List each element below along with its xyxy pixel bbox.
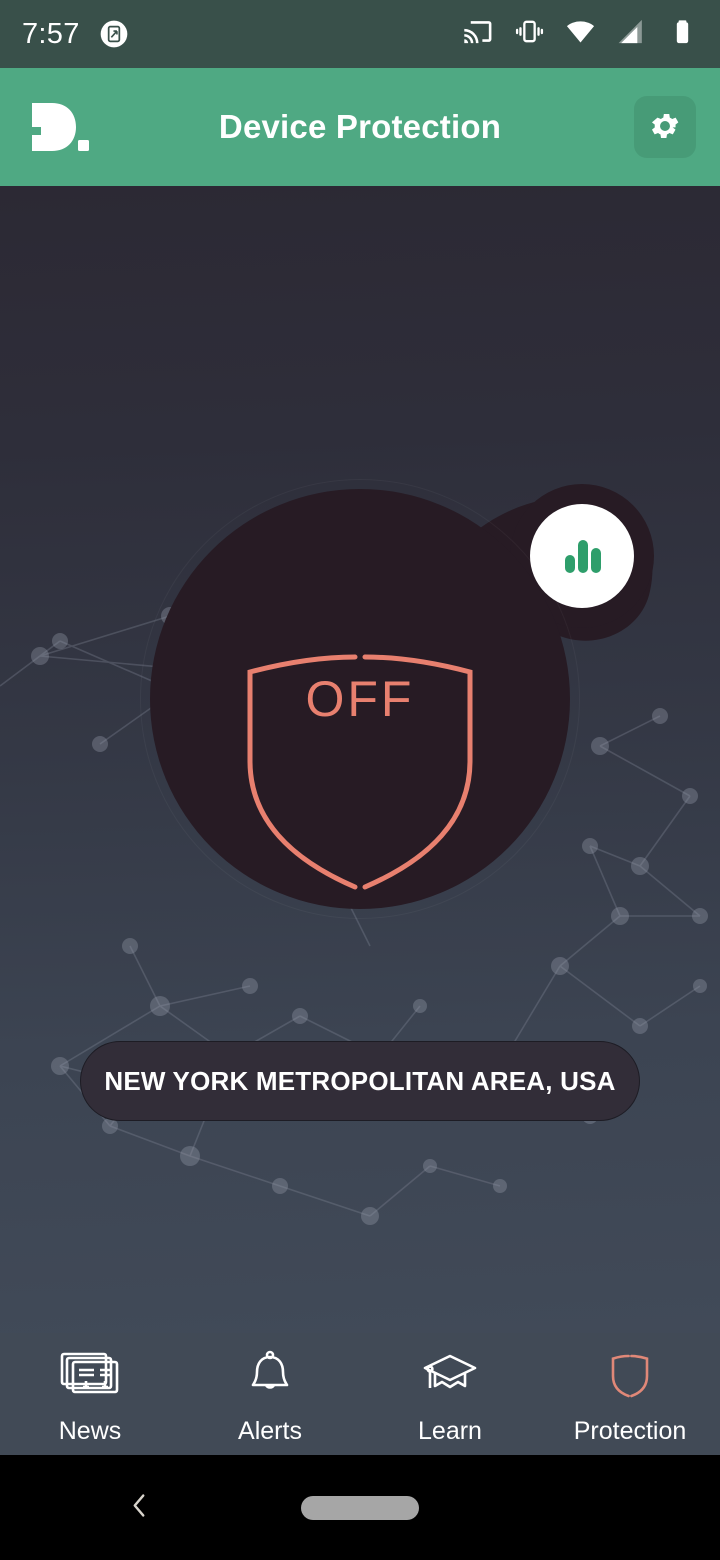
cast-icon xyxy=(463,16,494,52)
home-pill-icon[interactable] xyxy=(301,1495,419,1520)
nav-tab-news-label: News xyxy=(58,1417,122,1445)
android-navigation-bar xyxy=(0,1455,720,1560)
location-label: NEW YORK METROPOLITAN AREA, USA xyxy=(104,1065,616,1096)
nav-tab-alerts[interactable]: Alerts xyxy=(180,1333,360,1455)
wifi-icon xyxy=(565,16,596,52)
protection-content: OFF NEW YORK METROPOLITAN AREA, USA xyxy=(0,186,720,1333)
bell-icon xyxy=(244,1348,296,1405)
nav-tab-alerts-label: Alerts xyxy=(238,1417,302,1445)
shield-icon xyxy=(247,654,473,890)
vibrate-icon xyxy=(514,16,545,52)
nav-tab-protection[interactable]: Protection xyxy=(540,1333,720,1455)
status-bar-clock: 7:57 xyxy=(22,17,80,50)
status-bar: 7:57 xyxy=(0,0,720,68)
nav-tab-protection-label: Protection xyxy=(573,1417,687,1445)
bottom-navigation-bar: News Alerts Learn Protection xyxy=(0,1333,720,1455)
app-bar: Device Protection xyxy=(0,68,720,186)
battery-icon xyxy=(667,16,698,52)
screenshot-icon xyxy=(98,18,130,50)
shield-icon xyxy=(604,1348,656,1405)
protection-toggle-button[interactable]: OFF xyxy=(140,479,580,919)
graduation-cap-icon xyxy=(421,1348,479,1405)
cellular-signal-icon xyxy=(616,16,647,52)
nav-tab-learn-label: Learn xyxy=(418,1417,482,1445)
location-selector-button[interactable]: NEW YORK METROPOLITAN AREA, USA xyxy=(80,1041,640,1121)
page-title: Device Protection xyxy=(218,108,502,145)
bar-chart-icon xyxy=(557,529,607,584)
phone-screen: 7:57 Device Protection OFF NEW YORK METR… xyxy=(0,0,720,1560)
gear-icon xyxy=(648,109,682,146)
stats-badge-button[interactable] xyxy=(530,504,634,608)
back-chevron-icon[interactable] xyxy=(122,1488,156,1527)
settings-button[interactable] xyxy=(634,96,696,158)
nav-tab-learn[interactable]: Learn xyxy=(360,1333,540,1455)
news-cards-icon xyxy=(59,1348,121,1405)
protection-state-label: OFF xyxy=(305,671,415,727)
nav-tab-news[interactable]: News xyxy=(0,1333,180,1455)
